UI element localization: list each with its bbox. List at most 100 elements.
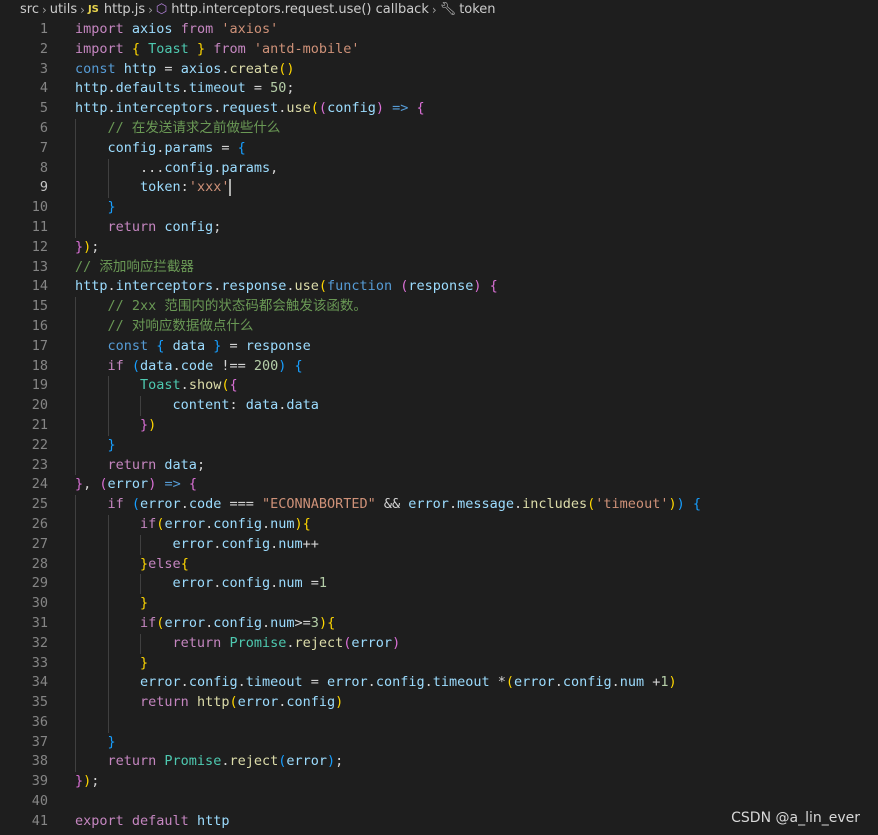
code-text: } <box>140 595 149 612</box>
line-number: 26 <box>31 515 48 532</box>
code-line[interactable]: 3 const http = axios.create() <box>0 60 878 80</box>
code-line[interactable]: 22 } <box>0 435 878 456</box>
code-text: if(error.config.num>=3){ <box>140 614 336 631</box>
code-text: error.config.num =1 <box>172 575 328 592</box>
code-line[interactable]: 26 if(error.config.num){ <box>0 514 878 535</box>
breadcrumb: src › utils › JS http.js › ⬡ http.interc… <box>0 0 878 20</box>
line-number: 9 <box>39 179 48 196</box>
breadcrumb-item-token[interactable]: token <box>459 0 495 20</box>
line-number: 15 <box>31 298 48 315</box>
code-text: if (error.code === "ECONNABORTED" && err… <box>107 496 701 513</box>
code-text: return config; <box>107 218 222 235</box>
line-number: 23 <box>31 456 48 473</box>
code-line[interactable]: 31 if(error.config.num>=3){ <box>0 613 878 634</box>
indent-guide <box>107 712 109 733</box>
code-line[interactable]: 25 if (error.code === "ECONNABORTED" && … <box>0 495 878 515</box>
line-number: 10 <box>31 199 48 216</box>
code-line[interactable]: 6 // 在发送请求之前做些什么 <box>0 118 878 139</box>
code-line[interactable]: 7 config.params = { <box>0 138 878 159</box>
property-wrench-icon: 🔧︎ <box>439 2 457 17</box>
code-line[interactable]: 16 // 对响应数据做点什么 <box>0 316 878 337</box>
code-line[interactable]: 14 http.interceptors.response.use(functio… <box>0 277 878 297</box>
line-number: 29 <box>31 575 48 592</box>
code-text: Toast.show({ <box>140 377 238 394</box>
code-text: // 在发送请求之前做些什么 <box>107 119 281 136</box>
code-line[interactable]: 1 import axios from 'axios' <box>0 20 878 40</box>
chevron-right-icon: › <box>41 3 47 17</box>
code-line[interactable]: 10 } <box>0 198 878 218</box>
code-text: return http(error.config) <box>140 694 344 711</box>
code-line[interactable]: 9 token:'xxx' <box>0 178 878 199</box>
line-number: 24 <box>31 476 48 493</box>
code-text: }) <box>140 416 157 433</box>
code-line[interactable]: 12}); <box>0 238 878 258</box>
code-line[interactable]: 4 http.defaults.timeout = 50; <box>0 79 878 99</box>
code-text: return Promise.reject(error) <box>172 634 401 651</box>
code-text: // 添加响应拦截器 <box>75 258 194 275</box>
code-text: export default http <box>75 812 230 829</box>
code-line[interactable]: 27 error.config.num++ <box>0 534 878 555</box>
code-line[interactable]: 30 } <box>0 594 878 614</box>
code-line[interactable]: 33 } <box>0 653 878 674</box>
code-line[interactable]: 2 import { Toast } from 'antd-mobile' <box>0 40 878 60</box>
code-line[interactable]: 13 // 添加响应拦截器 <box>0 258 878 278</box>
breadcrumb-item-file[interactable]: http.js <box>104 0 145 20</box>
code-editor[interactable]: 1 import axios from 'axios' 2 import { Toas… <box>0 20 878 835</box>
code-line[interactable]: 36 <box>0 712 878 733</box>
line-number: 36 <box>31 713 48 730</box>
line-number: 7 <box>39 139 48 156</box>
line-number: 17 <box>31 337 48 354</box>
code-line[interactable]: 15 // 2xx 范围内的状态码都会触发该函数。 <box>0 297 878 317</box>
code-line[interactable]: 21 }) <box>0 415 878 436</box>
breadcrumb-item-callback[interactable]: http.interceptors.request.use() callback <box>171 0 429 20</box>
code-line[interactable]: 8 ...config.params, <box>0 158 878 179</box>
line-number: 33 <box>31 654 48 671</box>
line-number: 1 <box>39 21 48 37</box>
line-number: 31 <box>31 614 48 631</box>
line-number: 2 <box>39 40 48 57</box>
code-line[interactable]: 11 return config; <box>0 217 878 238</box>
code-text: config.params = { <box>107 139 246 156</box>
code-line[interactable]: 23 return data; <box>0 455 878 476</box>
code-text: // 2xx 范围内的状态码都会触发该函数。 <box>107 298 367 315</box>
line-number: 39 <box>31 773 48 790</box>
code-text: http.interceptors.response.use(function … <box>75 278 498 295</box>
line-number: 32 <box>31 634 48 651</box>
code-line[interactable]: 38 return Promise.reject(error); <box>0 752 878 773</box>
code-text: http.interceptors.request.use((config) =… <box>75 100 425 117</box>
code-line[interactable]: 37 } <box>0 732 878 753</box>
code-line[interactable]: 24}, (error) => { <box>0 475 878 495</box>
code-line[interactable]: 18 if (data.code !== 200) { <box>0 356 878 377</box>
line-number: 19 <box>31 377 48 394</box>
code-text: } <box>140 654 149 671</box>
line-number: 34 <box>31 674 48 691</box>
code-line[interactable]: 34 error.config.timeout = error.config.t… <box>0 673 878 694</box>
code-text: import { Toast } from 'antd-mobile' <box>75 40 360 57</box>
code-line[interactable]: 32 return Promise.reject(error) <box>0 633 878 654</box>
chevron-right-icon: › <box>431 3 437 17</box>
code-line[interactable]: 5 http.interceptors.request.use((config) … <box>0 99 878 119</box>
line-number: 5 <box>39 100 48 117</box>
line-number: 6 <box>39 119 48 136</box>
line-number: 14 <box>31 278 48 295</box>
line-number: 4 <box>39 80 48 97</box>
line-number: 12 <box>31 238 48 255</box>
js-file-icon: JS <box>87 4 99 15</box>
code-text: if (data.code !== 200) { <box>107 357 303 374</box>
code-line[interactable]: 19 Toast.show({ <box>0 376 878 397</box>
line-number: 16 <box>31 317 48 334</box>
code-line[interactable]: 29 error.config.num =1 <box>0 574 878 595</box>
code-line[interactable]: 40 <box>0 792 878 812</box>
breadcrumb-item-src[interactable]: src <box>20 0 39 20</box>
breadcrumb-item-utils[interactable]: utils <box>50 0 77 20</box>
line-number: 30 <box>31 595 48 612</box>
code-line[interactable]: 35 return http(error.config) <box>0 693 878 713</box>
code-text: }); <box>75 238 100 255</box>
line-number: 22 <box>31 436 48 453</box>
indent-guide <box>75 712 76 733</box>
code-line[interactable]: 20 content: data.data <box>0 396 878 416</box>
code-line[interactable]: 28 }else{ <box>0 554 878 575</box>
chevron-right-icon: › <box>148 3 153 17</box>
code-line[interactable]: 17 const { data } = response <box>0 336 878 357</box>
code-line[interactable]: 39}); <box>0 772 878 792</box>
